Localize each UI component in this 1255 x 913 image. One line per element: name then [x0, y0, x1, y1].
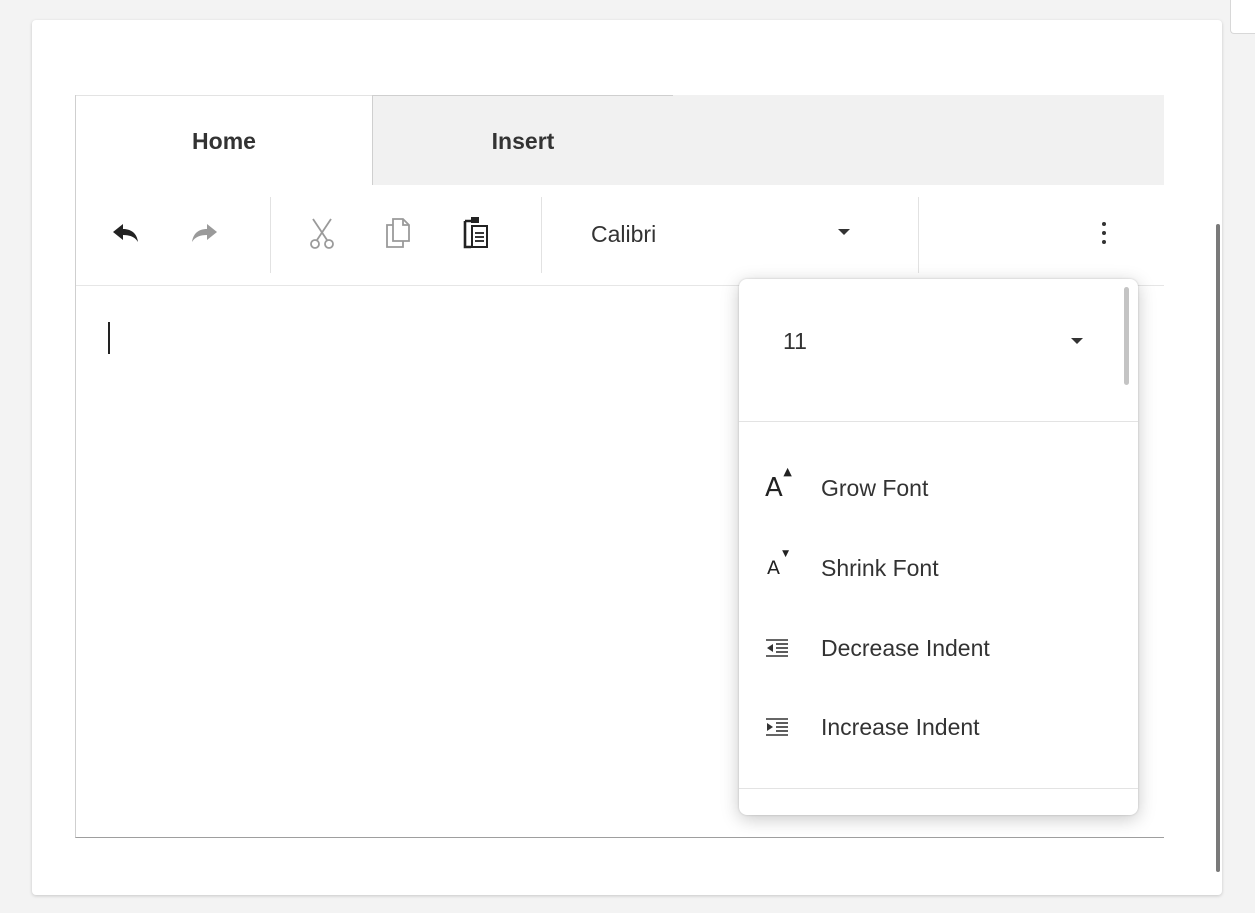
chevron-down-icon [1071, 338, 1083, 344]
menu-divider [739, 788, 1138, 789]
font-size-dropdown[interactable]: 11 [739, 279, 1138, 421]
font-size-value: 11 [783, 328, 807, 354]
increase-indent-icon [765, 717, 817, 737]
menu-divider [739, 421, 1138, 422]
grow-font-button[interactable]: A ▲ Grow Font [739, 460, 1138, 516]
redo-button[interactable] [182, 211, 226, 255]
font-family-value: Calibri [591, 221, 657, 247]
shrink-font-button[interactable]: A ▼ Shrink Font [739, 540, 1138, 596]
font-family-dropdown[interactable]: Calibri [570, 209, 870, 257]
more-vertical-icon [1102, 222, 1106, 226]
shrink-font-label: Shrink Font [821, 554, 939, 581]
grow-font-icon: A ▲ [765, 465, 792, 503]
tab-insert[interactable]: Insert [372, 95, 673, 186]
undo-button[interactable] [104, 211, 148, 255]
decrease-indent-label: Decrease Indent [821, 634, 990, 661]
copy-button[interactable] [376, 211, 420, 255]
cut-button[interactable] [300, 211, 344, 255]
toolbar-overflow-popup: 11 A ▲ Grow Font A ▼ Shrink Font Decrease … [739, 279, 1138, 815]
toolbar-separator [918, 197, 919, 273]
popup-scrollbar[interactable] [1124, 287, 1129, 385]
toolbar-separator [541, 197, 542, 273]
text-cursor [108, 322, 110, 354]
shrink-font-icon: A ▼ [767, 549, 789, 579]
decrease-indent-icon [765, 638, 817, 658]
paste-button[interactable] [454, 211, 498, 255]
paste-icon [463, 217, 488, 249]
more-options-button[interactable] [1082, 211, 1126, 255]
decrease-indent-button[interactable]: Decrease Indent [739, 620, 1138, 676]
toolbar-separator [270, 197, 271, 273]
grow-font-label: Grow Font [821, 474, 929, 501]
page-scrollbar[interactable] [1216, 224, 1220, 872]
window-corner [1230, 0, 1255, 34]
undo-icon [113, 224, 138, 242]
redo-icon [192, 224, 217, 242]
ribbon-toolbar: Calibri [76, 185, 1164, 286]
chevron-down-icon [838, 229, 850, 235]
tab-home[interactable]: Home [76, 95, 372, 186]
increase-indent-button[interactable]: Increase Indent [739, 699, 1138, 755]
increase-indent-label: Increase Indent [821, 713, 980, 740]
copy-icon [386, 218, 410, 248]
ribbon-tab-bar: Home Insert [76, 95, 1164, 186]
cut-icon [310, 218, 334, 249]
